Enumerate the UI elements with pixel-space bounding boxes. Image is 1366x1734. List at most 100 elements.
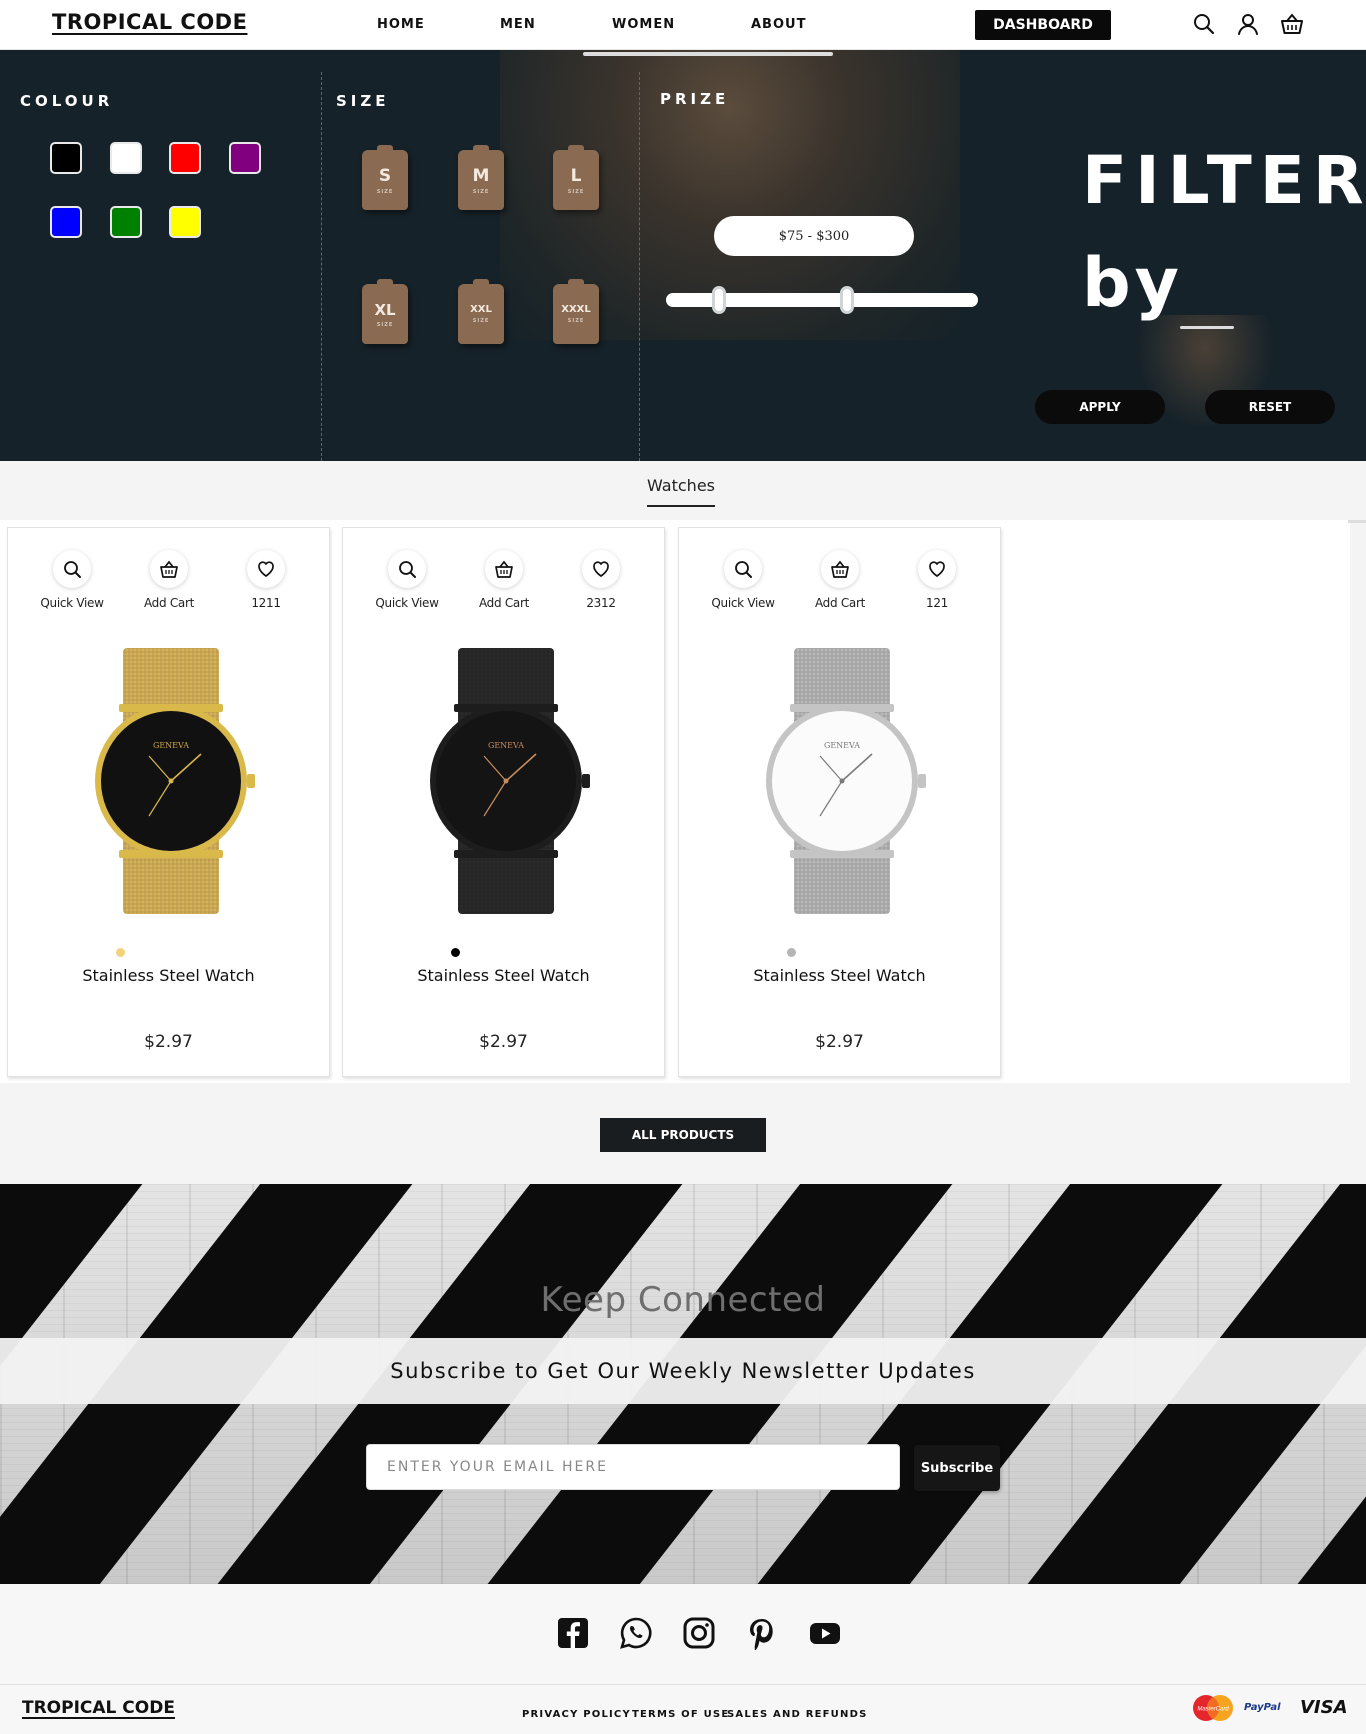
add-cart-label: Add Cart — [478, 596, 530, 610]
site-footer: TROPICAL CODE PRIVACY POLICY TERMS OF US… — [0, 1584, 1366, 1734]
colour-dot[interactable] — [451, 948, 460, 957]
size-option-m[interactable]: M SIZE — [458, 145, 504, 210]
colour-dot[interactable] — [787, 948, 796, 957]
basket-icon[interactable] — [1280, 12, 1304, 36]
product-name[interactable]: Stainless Steel Watch — [679, 966, 1000, 985]
site-logo[interactable]: TROPICAL CODE — [52, 10, 247, 34]
watch-image: GENEVA — [71, 646, 271, 916]
apply-button[interactable]: APPLY — [1035, 390, 1165, 424]
search-icon[interactable] — [1192, 12, 1216, 36]
grid-scroll-edge — [1348, 520, 1366, 523]
nav-home[interactable]: HOME — [377, 17, 425, 32]
size-option-label: L — [570, 165, 582, 186]
colour-swatch[interactable] — [169, 206, 201, 238]
all-products-button[interactable]: ALL PRODUCTS — [600, 1118, 766, 1152]
filter-heading-by: by — [1082, 244, 1184, 323]
size-option-sublabel: SIZE — [472, 188, 490, 195]
size-option-sublabel: SIZE — [472, 318, 490, 324]
basket-icon — [821, 550, 859, 588]
dashboard-button[interactable]: DASHBOARD — [975, 10, 1111, 40]
colour-swatch[interactable] — [50, 206, 82, 238]
nav-women[interactable]: WOMEN — [612, 17, 675, 32]
whatsapp-icon[interactable] — [619, 1616, 653, 1650]
quick-view-label: Quick View — [375, 596, 439, 610]
colour-swatch[interactable] — [110, 206, 142, 238]
quick-view-button[interactable]: Quick View — [367, 550, 447, 610]
product-card[interactable]: Quick View Add Cart 1211 GENEVA Stainless St… — [7, 527, 330, 1077]
footer-logo[interactable]: TROPICAL CODE — [22, 1698, 175, 1718]
size-option-s[interactable]: S SIZE — [362, 145, 408, 210]
reset-button[interactable]: RESET — [1205, 390, 1335, 424]
youtube-icon[interactable] — [808, 1616, 842, 1650]
price-label: PRIZE — [660, 90, 730, 108]
filter-panel: COLOUR SIZE S SIZE M SIZE L SIZE XL SIZE XXL SIZE… — [0, 50, 1366, 461]
size-option-xl[interactable]: XL SIZE — [362, 279, 408, 344]
visa-logo: VISA — [1300, 1697, 1348, 1718]
colour-swatch[interactable] — [229, 142, 261, 174]
nav-about[interactable]: ABOUT — [751, 17, 806, 32]
instagram-icon[interactable] — [682, 1616, 716, 1650]
keep-connected-heading: Keep Connected — [540, 1280, 826, 1320]
email-input[interactable]: ENTER YOUR EMAIL HERE — [366, 1444, 900, 1490]
product-name[interactable]: Stainless Steel Watch — [343, 966, 664, 985]
colour-swatch[interactable] — [169, 142, 201, 174]
sales-and-refunds-link[interactable]: SALES AND REFUNDS — [727, 1709, 867, 1720]
search-icon — [388, 550, 426, 588]
filter-heading: FILTER — [1082, 142, 1366, 219]
filter-divider — [321, 72, 322, 461]
add-cart-button[interactable]: Add Cart — [800, 550, 880, 610]
heart-icon — [247, 550, 285, 588]
facebook-icon[interactable] — [556, 1616, 590, 1650]
terms-of-use-link[interactable]: TERMS OF USE — [632, 1709, 729, 1720]
tab-watches[interactable]: Watches — [647, 476, 715, 507]
size-option-label: XL — [374, 300, 396, 319]
pinterest-icon[interactable] — [745, 1616, 779, 1650]
heart-icon — [582, 550, 620, 588]
wishlist-button[interactable]: 2312 — [561, 550, 641, 610]
colour-dot[interactable] — [116, 948, 125, 957]
user-icon[interactable] — [1236, 12, 1260, 36]
size-option-l[interactable]: L SIZE — [553, 145, 599, 210]
paypal-logo: PayPal — [1244, 1702, 1281, 1713]
size-option-sublabel: SIZE — [567, 188, 585, 195]
wishlist-label: 1211 — [251, 596, 281, 610]
search-icon — [53, 550, 91, 588]
product-card[interactable]: Quick View Add Cart 2312 GENEVA Stainless St… — [342, 527, 665, 1077]
size-option-label: M — [472, 165, 490, 186]
add-cart-label: Add Cart — [814, 596, 866, 610]
watch-brand: GENEVA — [824, 741, 860, 750]
wishlist-button[interactable]: 121 — [897, 550, 977, 610]
newsletter-section: Keep Connected Subscribe to Get Our Week… — [0, 1184, 1366, 1584]
footer-divider — [0, 1684, 1366, 1685]
size-option-xxl[interactable]: XXL SIZE — [458, 279, 504, 344]
wishlist-button[interactable]: 1211 — [226, 550, 306, 610]
quick-view-button[interactable]: Quick View — [32, 550, 112, 610]
price-range-display: $75 - $300 — [714, 216, 914, 256]
nav-men[interactable]: MEN — [500, 17, 536, 32]
site-header: TROPICAL CODE HOME MEN WOMEN ABOUT DASHB… — [0, 0, 1366, 50]
size-option-sublabel: SIZE — [567, 318, 585, 324]
watch-image: GENEVA — [742, 646, 942, 916]
quick-view-button[interactable]: Quick View — [703, 550, 783, 610]
product-name[interactable]: Stainless Steel Watch — [8, 966, 329, 985]
colour-swatch[interactable] — [110, 142, 142, 174]
price-slider-min-handle[interactable] — [712, 286, 727, 314]
price-slider-max-handle[interactable] — [839, 286, 854, 314]
search-icon — [724, 550, 762, 588]
product-card[interactable]: Quick View Add Cart 121 GENEVA Stainless Ste… — [678, 527, 1001, 1077]
size-option-label: S — [378, 165, 392, 186]
size-option-label: XXXL — [561, 304, 591, 315]
add-cart-button[interactable]: Add Cart — [464, 550, 544, 610]
privacy-policy-link[interactable]: PRIVACY POLICY — [522, 1709, 631, 1720]
subscribe-button[interactable]: Subscribe — [914, 1445, 1000, 1491]
add-cart-button[interactable]: Add Cart — [129, 550, 209, 610]
size-label: SIZE — [336, 92, 390, 110]
watch-brand: GENEVA — [488, 741, 524, 750]
colour-swatch[interactable] — [50, 142, 82, 174]
size-option-xxxl[interactable]: XXXL SIZE — [553, 279, 599, 344]
heart-icon — [918, 550, 956, 588]
quick-view-label: Quick View — [40, 596, 104, 610]
svg-text:MasterCard: MasterCard — [1197, 1707, 1229, 1713]
basket-icon — [485, 550, 523, 588]
colour-label: COLOUR — [20, 92, 114, 110]
